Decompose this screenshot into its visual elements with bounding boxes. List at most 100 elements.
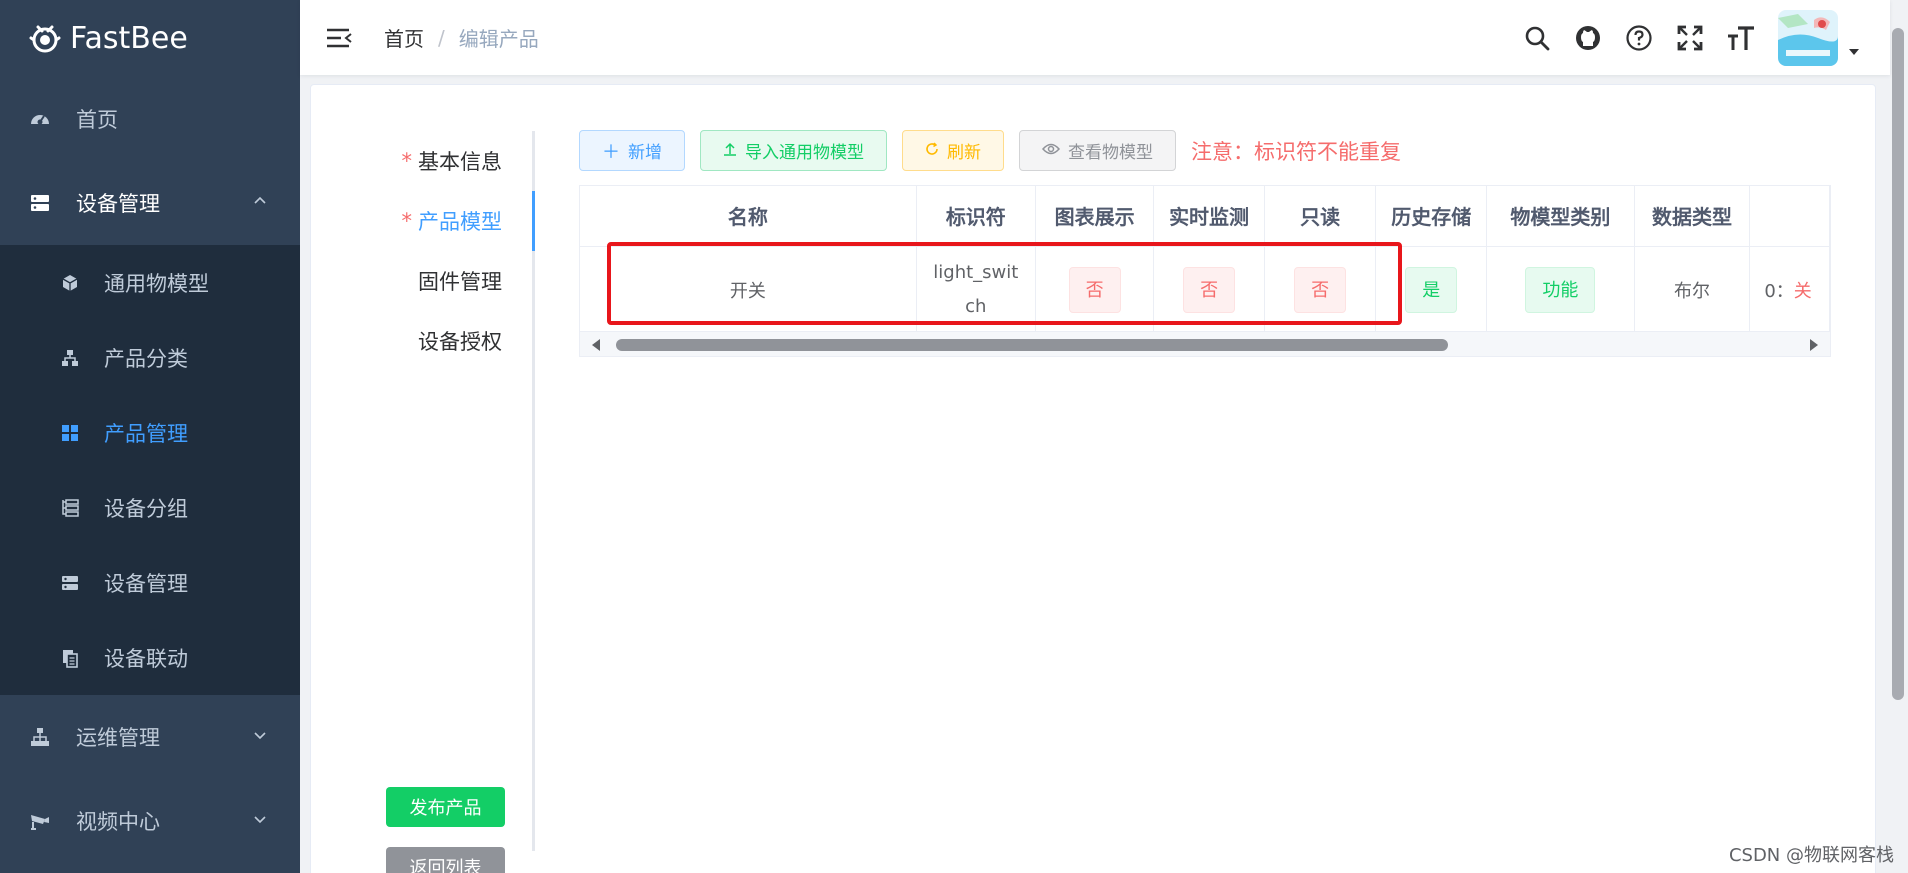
col-category: 物模型类别	[1486, 186, 1635, 247]
spec-value: 关	[1793, 280, 1812, 302]
breadcrumb-home[interactable]: 首页	[384, 23, 424, 52]
cell-name: 开关	[580, 246, 917, 334]
server-icon	[28, 191, 52, 215]
caret-down-icon[interactable]	[1848, 48, 1860, 56]
product-tabs: * 基本信息 * 产品模型 固件管理 设备授权 发布产品 返回列表	[311, 131, 535, 873]
sidebar-item-label: 设备管理	[104, 571, 188, 596]
camera-icon	[28, 809, 52, 833]
tab-basic-info[interactable]: * 基本信息	[311, 131, 532, 191]
scrollbar-thumb[interactable]	[616, 339, 1448, 351]
sidebar-item-device-linkage[interactable]: 设备联动	[0, 620, 300, 695]
status-badge: 是	[1405, 266, 1458, 313]
cell-spec: 0：关	[1749, 246, 1830, 334]
category-badge: 功能	[1525, 266, 1596, 313]
cube-icon	[58, 271, 82, 295]
col-name: 名称	[580, 186, 917, 247]
sidebar-item-common-model[interactable]: 通用物模型	[0, 245, 300, 320]
copy-icon	[58, 646, 82, 670]
scroll-left-icon[interactable]	[592, 339, 600, 351]
server-icon	[58, 571, 82, 595]
chevron-down-icon	[254, 732, 266, 740]
sidebar-item-label: 通用物模型	[104, 271, 209, 296]
upload-icon	[723, 140, 737, 161]
chevron-down-icon	[254, 816, 266, 824]
navbar: 首页 / 编辑产品	[300, 0, 1890, 75]
tab-firmware[interactable]: 固件管理	[311, 251, 532, 311]
tab-label: 固件管理	[418, 270, 502, 294]
group-icon	[58, 496, 82, 520]
fullscreen-icon[interactable]	[1675, 23, 1705, 53]
sidebar-item-product-management[interactable]: 产品管理	[0, 395, 300, 470]
add-button[interactable]: ＋ 新增	[579, 130, 685, 171]
view-model-button[interactable]: 查看物模型	[1019, 130, 1176, 171]
sidebar: FastBee 首页 设备管理 通用物模型 产品分类 产品管理 设备分组 设备管…	[0, 0, 300, 873]
status-badge: 否	[1068, 266, 1121, 313]
refresh-button[interactable]: 刷新	[902, 130, 1004, 171]
font-size-icon[interactable]	[1726, 23, 1756, 53]
col-datatype: 数据类型	[1634, 186, 1751, 247]
eye-icon	[1041, 140, 1061, 161]
sidebar-item-ops[interactable]: 运维管理	[0, 695, 300, 779]
logo[interactable]: FastBee	[0, 0, 300, 76]
grid-icon	[58, 421, 82, 445]
search-icon[interactable]	[1522, 23, 1552, 53]
status-badge: 否	[1183, 266, 1236, 313]
sidebar-item-product-category[interactable]: 产品分类	[0, 320, 300, 395]
identifier-notice: 注意：标识符不能重复	[1191, 139, 1401, 164]
model-toolbar: ＋ 新增 导入通用物模型 刷新 查看物模型 注意：标识符不能重复	[579, 130, 1401, 171]
sidebar-item-device-group[interactable]: 设备分组	[0, 470, 300, 545]
sidebar-item-device-management[interactable]: 设备管理	[0, 161, 300, 245]
edit-product-card: * 基本信息 * 产品模型 固件管理 设备授权 发布产品 返回列表 ＋ 新增 导…	[310, 84, 1876, 873]
tree-icon	[58, 346, 82, 370]
sidebar-item-device-manage[interactable]: 设备管理	[0, 545, 300, 620]
tree-icon	[28, 725, 52, 749]
import-model-button[interactable]: 导入通用物模型	[700, 130, 887, 171]
publish-product-button[interactable]: 发布产品	[386, 787, 505, 827]
add-label: 新增	[628, 143, 662, 163]
scroll-right-icon[interactable]	[1810, 339, 1818, 351]
sidebar-item-label: 设备管理	[76, 192, 160, 216]
sidebar-item-label: 运维管理	[76, 726, 160, 750]
help-icon[interactable]	[1624, 23, 1654, 53]
watermark: CSDN @物联网客栈	[1728, 845, 1894, 866]
view-label: 查看物模型	[1068, 143, 1153, 163]
sidebar-item-home[interactable]: 首页	[0, 76, 300, 161]
import-label: 导入通用物模型	[745, 143, 864, 163]
required-mark: *	[401, 149, 413, 173]
required-mark: *	[401, 209, 413, 233]
chevron-up-icon	[254, 196, 266, 204]
tab-label: 设备授权	[418, 330, 502, 354]
app-name: FastBee	[70, 20, 188, 56]
refresh-label: 刷新	[947, 143, 981, 163]
table-horizontal-scrollbar[interactable]	[579, 331, 1831, 357]
cell-readonly: 否	[1264, 246, 1377, 334]
spec-prefix: 0：	[1764, 280, 1794, 302]
sidebar-item-label: 视频中心	[76, 810, 160, 834]
avatar[interactable]	[1778, 9, 1838, 66]
tab-label: 基本信息	[418, 150, 502, 174]
col-identifier: 标识符	[916, 186, 1036, 247]
cell-monitor: 否	[1153, 246, 1265, 334]
cell-identifier: light_switch	[916, 246, 1036, 334]
github-icon[interactable]	[1573, 23, 1603, 53]
cell-history: 是	[1375, 246, 1487, 334]
sidebar-item-video[interactable]: 视频中心	[0, 779, 300, 863]
plus-icon: ＋	[602, 141, 620, 163]
table-row[interactable]: 开关 light_switch 否 否 否 是 功能 布尔 0：关	[580, 246, 1830, 334]
breadcrumb-current: 编辑产品	[458, 27, 539, 51]
col-monitor: 实时监测	[1153, 186, 1265, 247]
sidebar-item-label: 首页	[76, 107, 118, 132]
status-badge: 否	[1294, 266, 1347, 313]
menu-fold-icon[interactable]	[324, 23, 354, 53]
back-to-list-button[interactable]: 返回列表	[386, 847, 505, 873]
col-history: 历史存储	[1375, 186, 1487, 247]
col-spec	[1749, 186, 1830, 247]
dashboard-icon	[28, 107, 52, 131]
sidebar-item-label: 产品管理	[104, 421, 188, 446]
identifier-text: light_switch	[933, 261, 1019, 317]
tab-product-model[interactable]: * 产品模型	[311, 191, 535, 251]
cell-datatype: 布尔	[1634, 246, 1751, 334]
tab-authorization[interactable]: 设备授权	[311, 311, 532, 371]
page-vertical-scrollbar[interactable]	[1892, 28, 1904, 700]
submenu-device-management: 通用物模型 产品分类 产品管理 设备分组 设备管理 设备联动	[0, 245, 300, 695]
